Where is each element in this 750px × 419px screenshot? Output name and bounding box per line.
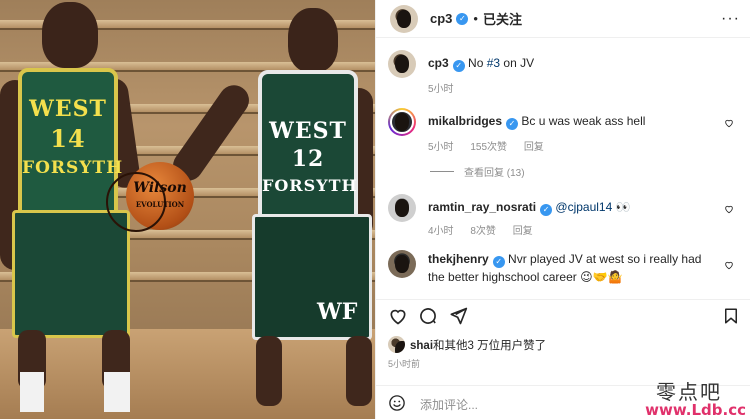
view-replies-label: 查看回复 (13)	[464, 168, 525, 179]
verified-badge-icon: ✓	[456, 12, 469, 25]
player-right-leg	[256, 336, 282, 406]
player-right-jersey: WEST 12 FORSYTH	[258, 70, 358, 220]
instagram-post-view: WEST 14 FORSYTH WEST 12 FORSYTH WF Wilso…	[0, 0, 750, 419]
caption-meta: 5小时	[428, 80, 468, 95]
replies-line	[430, 171, 454, 172]
player-left-jersey: WEST 14 FORSYTH	[18, 68, 124, 218]
caption-body: No	[468, 56, 487, 70]
separator-dot: •	[473, 11, 478, 26]
avatar[interactable]	[388, 50, 416, 78]
jersey-text-top: WEST	[269, 118, 347, 144]
comment-likes[interactable]: 155次赞	[470, 142, 507, 153]
player-left-sock	[104, 372, 130, 412]
liker-avatar	[388, 336, 405, 353]
post-header: cp3 ✓ • 已关注 ···	[376, 0, 750, 38]
following-button[interactable]: 已关注	[483, 9, 522, 28]
post-timestamp: 5小时前	[388, 359, 421, 369]
avatar[interactable]	[388, 194, 416, 222]
post-action-bar	[376, 299, 750, 331]
caption-row: cp3 ✓ No #3 on JV 5小时	[388, 50, 740, 100]
comment-text: ramtin_ray_nosrati ✓ @cjpaul14 👀	[428, 198, 716, 216]
verified-badge-icon: ✓	[540, 204, 553, 216]
share-send-icon[interactable]	[448, 306, 468, 326]
reply-button[interactable]: 回复	[513, 226, 533, 237]
verified-badge-icon: ✓	[452, 60, 465, 72]
likes-summary[interactable]: shai和其他3 万位用户赞了	[388, 336, 546, 353]
avatar[interactable]	[388, 250, 416, 278]
comment-username[interactable]: thekjhenry	[428, 252, 489, 266]
likes-rest: 和其他3 万位用户赞了	[433, 339, 547, 352]
jersey-text-bottom: FORSYTH	[262, 176, 358, 195]
add-comment-input[interactable]: 添加评论...	[420, 396, 478, 413]
watermark-url: www.Ldb.cc	[645, 401, 746, 419]
liker-username[interactable]: shai	[410, 340, 433, 352]
comment-emoji: 😉🤝🤷	[580, 270, 623, 284]
like-comment-heart-icon[interactable]	[724, 204, 734, 214]
comment-mention[interactable]: @cjpaul14	[555, 200, 612, 214]
basketball: Wilson EVOLUTION	[106, 162, 194, 232]
jersey-text-top: WEST	[29, 96, 107, 122]
player-right-head	[288, 8, 338, 72]
ball-brand: Wilson	[133, 180, 187, 196]
comment-row: ramtin_ray_nosrati ✓ @cjpaul14 👀 4小时 8次赞 …	[388, 194, 740, 238]
jersey-number: 12	[291, 146, 325, 172]
comment-bubble-icon[interactable]	[418, 306, 438, 326]
comment-time: 4小时	[428, 226, 454, 237]
verified-badge-icon: ✓	[506, 118, 519, 130]
caption-hashtag[interactable]: #3	[487, 56, 500, 70]
post-author-username[interactable]: cp3	[430, 11, 452, 26]
player-left-head	[42, 2, 98, 68]
view-replies-button[interactable]: 查看回复 (13)	[430, 164, 525, 179]
like-comment-heart-icon[interactable]	[724, 260, 734, 270]
comment-time: 5小时	[428, 142, 454, 153]
player-right-leg	[346, 336, 372, 406]
comment-meta: 5小时 155次赞 回复	[428, 138, 558, 153]
caption-tail: on JV	[500, 56, 535, 70]
comment-body: Bc u was weak ass hell	[521, 114, 646, 128]
comments-list[interactable]: cp3 ✓ No #3 on JV 5小时 mikalbridges ✓ Bc u …	[376, 38, 750, 299]
comment-row: thekjhenry ✓ Nvr played JV at west so i r…	[388, 250, 740, 299]
player-left-shorts	[12, 210, 130, 338]
comment-likes[interactable]: 8次赞	[470, 226, 496, 237]
player-left-sock	[20, 372, 44, 412]
like-comment-heart-icon[interactable]	[724, 118, 734, 128]
like-heart-icon[interactable]	[388, 306, 408, 326]
avatar[interactable]	[390, 4, 418, 33]
shorts-logo: WF	[317, 299, 358, 325]
jersey-number: 14	[50, 124, 86, 153]
player-right-shorts: WF	[252, 214, 372, 340]
avatar[interactable]	[388, 108, 416, 136]
ball-model: EVOLUTION	[135, 200, 185, 209]
comment-username[interactable]: mikalbridges	[428, 114, 502, 128]
post-photo[interactable]: WEST 14 FORSYTH WEST 12 FORSYTH WF Wilso…	[0, 0, 375, 419]
comment-emoji: 👀	[615, 200, 631, 214]
save-bookmark-icon[interactable]	[722, 306, 740, 326]
more-options-icon[interactable]: ···	[721, 10, 740, 28]
comment-meta: 4小时 8次赞 回复	[428, 222, 547, 237]
comment-username[interactable]: ramtin_ray_nosrati	[428, 200, 536, 214]
comment-text: mikalbridges ✓ Bc u was weak ass hell	[428, 112, 716, 130]
gym-floor	[0, 329, 375, 419]
emoji-picker-icon[interactable]	[388, 394, 406, 412]
comment-text: thekjhenry ✓ Nvr played JV at west so i r…	[428, 250, 716, 286]
caption-text: cp3 ✓ No #3 on JV	[428, 54, 716, 72]
jersey-text-bottom: FORSYTH	[22, 158, 124, 178]
verified-badge-icon: ✓	[492, 256, 505, 268]
reply-button[interactable]: 回复	[524, 142, 544, 153]
likes-text: shai和其他3 万位用户赞了	[410, 337, 546, 353]
comment-row: mikalbridges ✓ Bc u was weak ass hell 5小时…	[388, 108, 740, 180]
caption-time: 5小时	[428, 84, 454, 95]
caption-username[interactable]: cp3	[428, 56, 449, 70]
post-detail-panel: cp3 ✓ • 已关注 ··· cp3 ✓ No #3 on JV 5小时 mi…	[375, 0, 750, 419]
